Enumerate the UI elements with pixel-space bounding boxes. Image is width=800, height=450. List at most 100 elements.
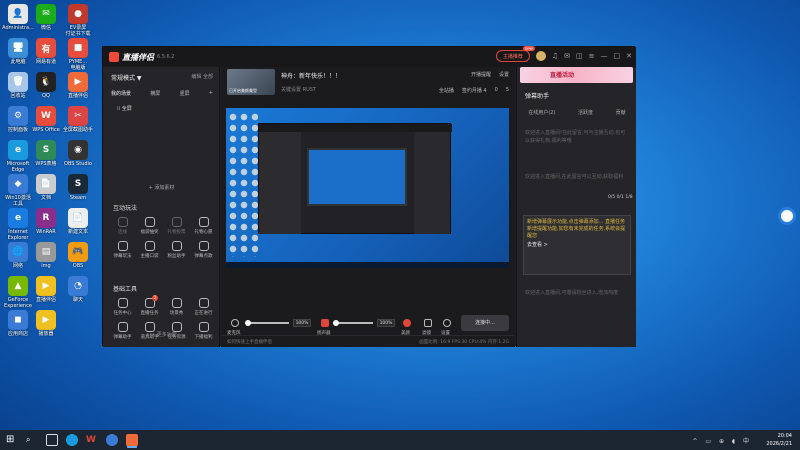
desktop-icon-ie[interactable]: e Internet Explorer bbox=[3, 208, 33, 241]
clock[interactable]: 20:04 2026/2/21 bbox=[766, 432, 792, 448]
doc-icon: 📄 bbox=[36, 174, 56, 194]
desktop-icon-shortcut[interactable]: ✂ 全屏截图助手 bbox=[63, 106, 93, 133]
filter-icon[interactable] bbox=[424, 319, 432, 327]
viewers-count: 5 bbox=[505, 87, 509, 93]
desktop-icon-control[interactable]: ⚙ 控制面板 bbox=[3, 106, 33, 133]
event-banner[interactable]: 直播活动 bbox=[520, 67, 633, 83]
floating-assist-icon[interactable] bbox=[778, 207, 796, 225]
minimize-icon[interactable]: — bbox=[601, 52, 608, 60]
beauty-icon[interactable] bbox=[403, 319, 411, 327]
mic-icon[interactable] bbox=[231, 319, 239, 327]
tool-连线[interactable]: 连线 bbox=[109, 217, 136, 235]
desktop-icon-doc[interactable]: 📄 文档 bbox=[31, 174, 61, 201]
close-icon[interactable]: ✕ bbox=[626, 52, 632, 60]
mic-volume-value[interactable]: 100% bbox=[293, 319, 311, 327]
mode-actions[interactable]: 编辑 全部 bbox=[191, 73, 213, 82]
live-preview[interactable] bbox=[226, 108, 509, 268]
tool-正在进行[interactable]: 正在进行 bbox=[190, 298, 217, 316]
desktop-icon-edge[interactable]: e Microsoft Edge bbox=[3, 140, 33, 173]
desktop-icon-ev[interactable]: ● EV录屏 付证书下载 bbox=[63, 4, 93, 37]
speaker-icon[interactable] bbox=[321, 319, 329, 327]
more-functions-button[interactable]: ••• 更多功能 bbox=[103, 331, 220, 338]
tool-福袋抽奖[interactable]: 福袋抽奖 bbox=[136, 217, 163, 235]
tool-弹幕玩法[interactable]: 弹幕玩法 bbox=[109, 241, 136, 259]
headset-icon[interactable]: ♫ bbox=[552, 52, 558, 60]
help-link[interactable]: 如何快速上手直播伴侣 bbox=[227, 339, 272, 345]
scene-item-fullscreen[interactable]: ⁞⁞ 全屏 bbox=[117, 105, 219, 112]
desktop-icon-recycle[interactable]: 🗑 回收站 bbox=[3, 72, 33, 99]
mic-volume-slider[interactable] bbox=[245, 320, 289, 326]
speaker-volume-value[interactable]: 100% bbox=[377, 319, 395, 327]
desktop-icon-win[interactable]: ◆ Win10激活 工具 bbox=[3, 174, 33, 207]
desktop-icon-netease[interactable]: 有网易有道 bbox=[31, 38, 61, 65]
desktop-icon-qq[interactable]: 🐧 QQ bbox=[31, 72, 61, 99]
view-link[interactable]: 去查看 > bbox=[527, 242, 627, 249]
bag-icon[interactable]: ◫ bbox=[576, 52, 583, 60]
edge-icon[interactable] bbox=[66, 434, 78, 446]
desktop-icon-geforce[interactable]: ▲ GeForce Experience bbox=[3, 276, 33, 309]
tab-portrait[interactable]: 竖屏 bbox=[180, 90, 190, 97]
system-tray-icons[interactable]: ^ ▭ ⊕ ◖ 中 bbox=[692, 436, 752, 445]
scene-item-label: 全屏 bbox=[121, 106, 132, 112]
desktop-icon-img[interactable]: ▤ img bbox=[31, 242, 61, 269]
speaker-slider-knob[interactable] bbox=[333, 320, 339, 326]
wps-icon[interactable]: W bbox=[86, 434, 98, 446]
desktop-icon-wechat[interactable]: ✉ 微信 bbox=[31, 4, 61, 31]
tool-弹幕点歌[interactable]: 弹幕点歌 bbox=[190, 241, 217, 259]
search-icon[interactable]: ⌕ bbox=[26, 434, 38, 446]
tab-activity[interactable]: 活跃度 bbox=[578, 109, 593, 116]
menu-icon[interactable]: ≡ bbox=[589, 52, 595, 60]
desktop-icon-txt[interactable]: 📄 新建文本 bbox=[63, 208, 93, 235]
tool-直播任务[interactable]: 直播任务 2 bbox=[136, 295, 163, 316]
desktop-icon-label: 网易有道 bbox=[35, 59, 56, 65]
gear-icon[interactable] bbox=[443, 319, 451, 327]
mic-slider-knob[interactable] bbox=[245, 320, 251, 326]
live-companion-taskbar-icon[interactable] bbox=[126, 434, 138, 446]
tab-my-scenes[interactable]: 我的场景 bbox=[111, 90, 131, 97]
desktop-icon-net[interactable]: 🌐 网络 bbox=[3, 242, 33, 269]
desktop-icon-store[interactable]: ◼ 应用商店 bbox=[3, 310, 33, 337]
desktop-icon-admin[interactable]: 👤 Administra... bbox=[2, 4, 34, 31]
tool-礼物投票[interactable]: 礼物投票 bbox=[163, 217, 190, 235]
maximize-icon[interactable]: □ bbox=[614, 52, 621, 60]
tab-landscape[interactable]: 横屏 bbox=[150, 90, 160, 97]
desktop-icon-chat[interactable]: ◔ 聊天 bbox=[63, 276, 93, 303]
desktop-icon-rar[interactable]: R WinRAR bbox=[31, 208, 61, 235]
desktop-icon-wps[interactable]: W WPS Office bbox=[31, 106, 61, 133]
desktop-icon-live2[interactable]: ▶ 直播伴侣 bbox=[31, 276, 61, 303]
desktop-icon-wps2[interactable]: S WPS表格 bbox=[31, 140, 61, 167]
taskbar: ⊞ ⌕ W ^ ▭ ⊕ ◖ 中 20:04 2026/2/21 bbox=[0, 430, 800, 450]
desktop-icon-live[interactable]: ▶ 直播伴侣 bbox=[63, 72, 93, 99]
tool-label: 弹幕点歌 bbox=[194, 254, 213, 259]
mode-dropdown[interactable]: 常规模式 ▼ bbox=[111, 73, 142, 82]
message-icon[interactable]: ✉ bbox=[564, 52, 570, 60]
windows-start-icon[interactable]: ⊞ bbox=[6, 434, 18, 446]
desktop-icon-play[interactable]: ▶ 播放器 bbox=[31, 310, 61, 337]
tool-任务中心[interactable]: 任务中心 bbox=[109, 298, 136, 316]
tool-主播口袋[interactable]: 主播口袋 bbox=[136, 241, 163, 259]
task-view-icon[interactable] bbox=[46, 434, 58, 446]
live-reminder-button[interactable]: 开播提醒 bbox=[471, 71, 491, 78]
tab-contribution[interactable]: 贡献 bbox=[616, 109, 626, 116]
tool-label: 主播口袋 bbox=[140, 254, 159, 259]
avatar[interactable] bbox=[535, 51, 546, 61]
desktop-icon-pyme[interactable]: ■ PYME... 电脑版 bbox=[63, 38, 93, 71]
desktop-icon-pc[interactable]: 🖥 此电脑 bbox=[3, 38, 33, 65]
tool-场景秀[interactable]: 场景秀 bbox=[163, 298, 190, 316]
tab-online-users[interactable]: 在线用户(2) bbox=[528, 109, 555, 116]
speaker-volume-slider[interactable] bbox=[333, 320, 373, 326]
tool-礼物心愿[interactable]: 礼物心愿 bbox=[190, 217, 217, 235]
broadcast-scope[interactable]: 全站播 bbox=[439, 87, 454, 94]
add-scene-button[interactable]: + bbox=[209, 90, 213, 97]
tool-粉丝助手[interactable]: 粉丝助手 bbox=[163, 241, 190, 259]
desktop-icon-steam[interactable]: S Steam bbox=[63, 174, 93, 201]
anchor-recommend-button[interactable]: 主播推荐 new bbox=[495, 46, 535, 62]
channel-title[interactable]: 神舟：新年快乐！！！ bbox=[281, 71, 341, 80]
add-source-button[interactable]: + 添加素材 bbox=[103, 184, 220, 191]
start-live-button[interactable]: 连接中... bbox=[461, 315, 509, 331]
settings-button[interactable]: 设置 bbox=[499, 71, 509, 78]
channel-thumbnail[interactable]: 已开启美颜美型 bbox=[227, 69, 275, 95]
desktop-icon-obs[interactable]: ◉ OBS Studio bbox=[63, 140, 93, 167]
desktop-icon-obs2[interactable]: 🎮 OBS bbox=[63, 242, 93, 269]
chat-icon[interactable] bbox=[106, 434, 118, 446]
